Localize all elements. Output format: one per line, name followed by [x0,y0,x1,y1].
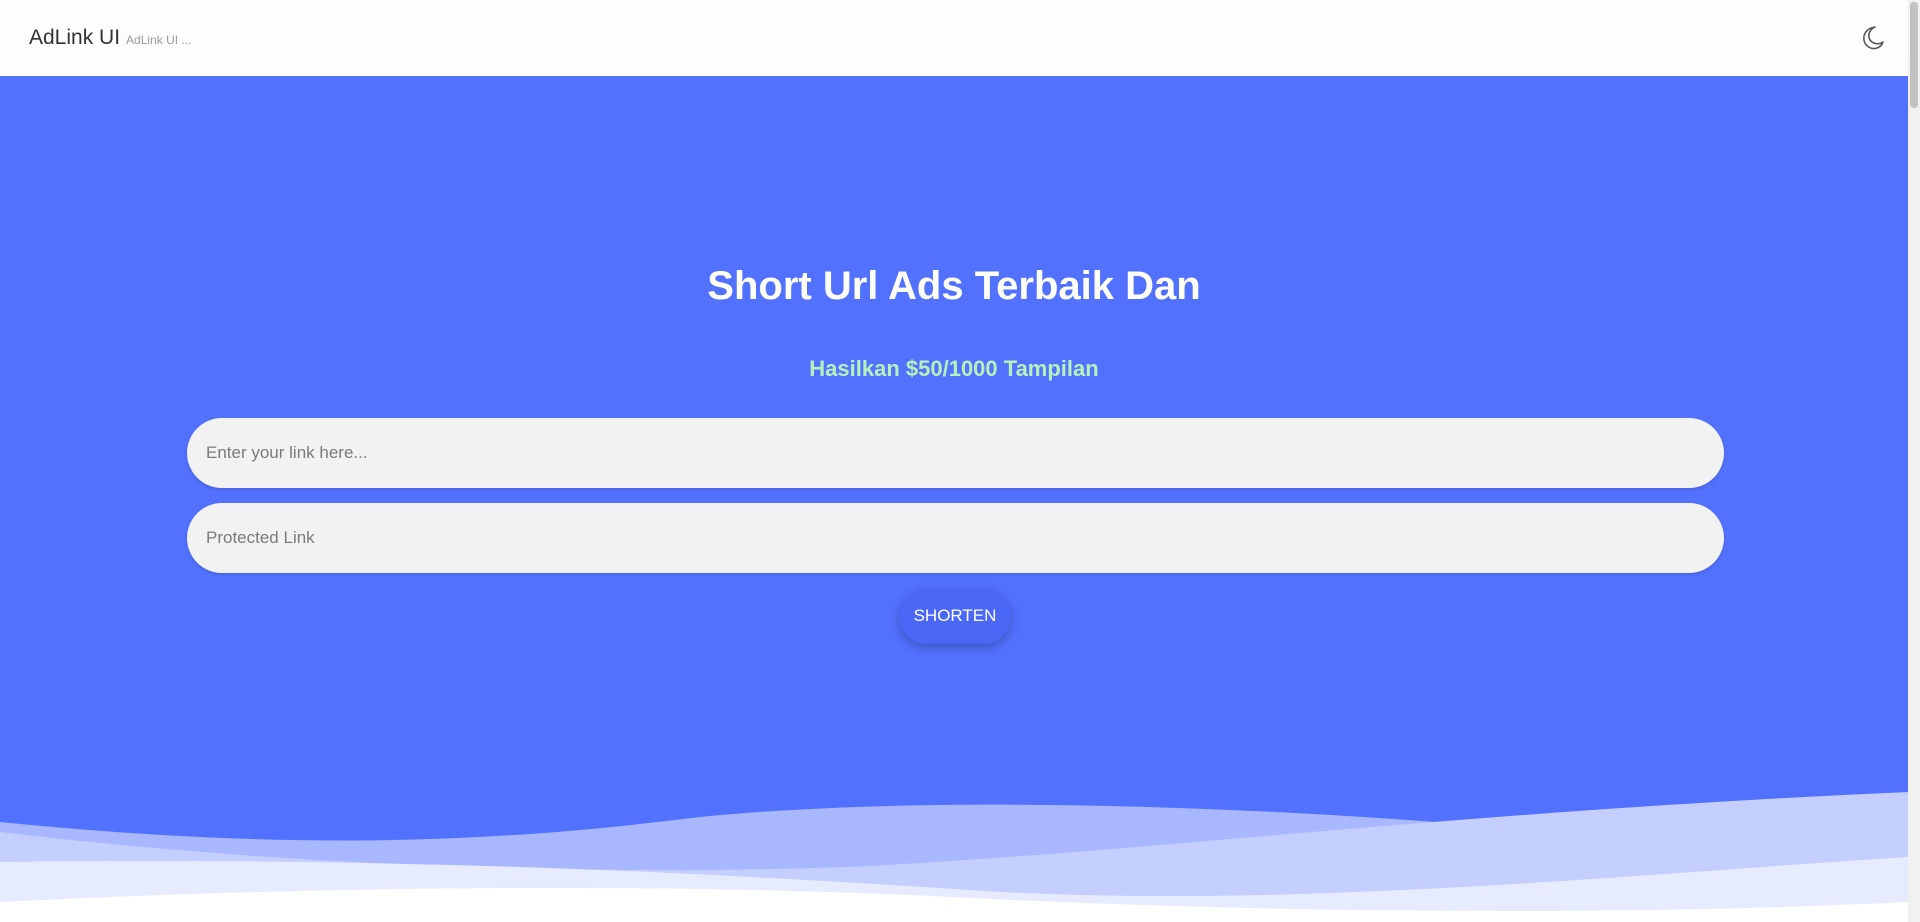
scrollbar-thumb[interactable] [1910,2,1918,108]
top-navbar: AdLink UI AdLink UI ... [0,0,1908,76]
shorten-button[interactable]: SHORTEN [899,588,1011,644]
hero-section: Short Url Ads Terbaik Dan Hasilkan $50/1… [0,76,1908,922]
hero-subtitle: Hasilkan $50/1000 Tampilan [809,356,1099,381]
brand-logo-text[interactable]: AdLink UI [29,26,120,50]
protected-link-input[interactable] [187,503,1724,573]
wave-decoration [0,792,1908,922]
hero-title: Short Url Ads Terbaik Dan [707,264,1201,308]
page-scrollbar[interactable] [1908,0,1920,922]
brand-tagline: AdLink UI ... [126,33,192,47]
link-input[interactable] [187,418,1724,488]
moon-icon[interactable] [1858,24,1886,52]
